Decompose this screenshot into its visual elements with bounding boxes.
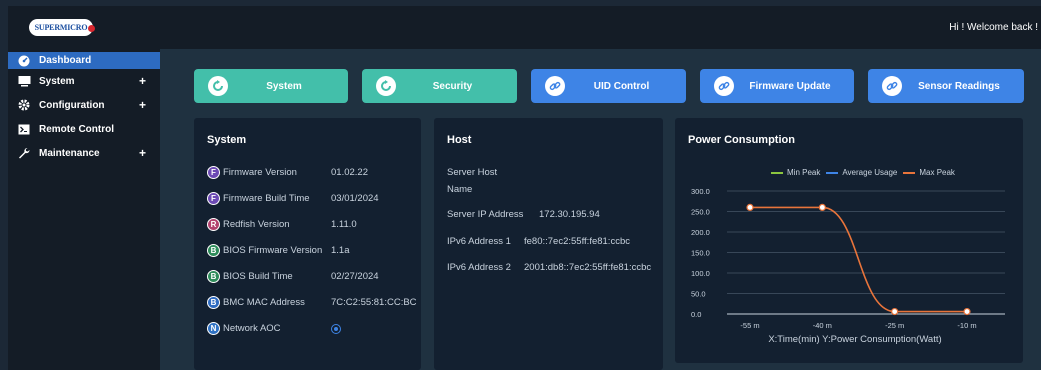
x-tick-label: -25 m — [885, 321, 904, 330]
row-value: 1.1a — [331, 245, 350, 256]
row-value: 01.02.22 — [331, 167, 368, 178]
top-header: SUPERMICRO Hi ! Welcome back ! — [8, 6, 1041, 49]
quick-links: System Security UID Control Firmware Upd… — [194, 69, 1024, 103]
host-row-server-host-name: Name — [447, 184, 472, 195]
quick-link-firmware-update[interactable]: Firmware Update — [700, 69, 854, 103]
link-icon — [545, 76, 565, 96]
refresh-icon — [376, 76, 396, 96]
terminal-icon — [17, 123, 31, 135]
firmware-badge-icon: F — [207, 192, 220, 205]
host-card-title: Host — [447, 134, 472, 146]
system-row-bios-build-time: B BIOS Build Time 02/27/2024 — [207, 270, 379, 283]
row-label: Redfish Version — [223, 219, 290, 230]
sidebar-item-label: Dashboard — [39, 55, 92, 66]
system-row-redfish-version: R Redfish Version 1.11.0 — [207, 218, 357, 231]
supermicro-logo[interactable]: SUPERMICRO — [28, 17, 96, 39]
sidebar-item-label: Remote Control — [39, 123, 114, 135]
x-tick-label: -10 m — [957, 321, 976, 330]
y-tick-label: 200.0 — [691, 228, 710, 237]
firmware-badge-icon: F — [207, 166, 220, 179]
expand-icon[interactable]: + — [139, 98, 146, 112]
system-row-bios-firmware-version: B BIOS Firmware Version 1.1a — [207, 244, 350, 257]
host-row-ipv6-2: IPv6 Address 2 2001:db8::7ec2:55ff:fe81:… — [447, 262, 651, 273]
sidebar-item-remote-control[interactable]: Remote Control — [8, 117, 160, 141]
x-tick-label: -55 m — [740, 321, 759, 330]
bmc-badge-icon: B — [207, 296, 220, 309]
system-row-firmware-version: F Firmware Version 01.02.22 — [207, 166, 368, 179]
link-icon — [714, 76, 734, 96]
host-card: Host Server Host Name Server IP Address … — [434, 118, 663, 370]
row-label: BIOS Firmware Version — [223, 245, 323, 256]
expand-icon[interactable]: + — [139, 74, 146, 88]
gear-icon — [17, 99, 31, 111]
host-row-ipv6-1: IPv6 Address 1 fe80::7ec2:55ff:fe81:ccbc — [447, 236, 630, 247]
sidebar-item-label: System — [39, 75, 75, 87]
bios-badge-icon: B — [207, 244, 220, 257]
data-point — [746, 203, 754, 212]
y-tick-label: 300.0 — [691, 187, 710, 196]
row-label: Name — [447, 184, 473, 195]
network-aoc-status-icon[interactable] — [331, 323, 341, 334]
y-tick-label: 100.0 — [691, 269, 710, 278]
wrench-icon — [17, 147, 31, 159]
network-badge-icon: N — [207, 322, 220, 335]
quick-link-security[interactable]: Security — [362, 69, 517, 103]
expand-icon[interactable]: + — [139, 146, 146, 160]
sidebar-item-label: Configuration — [39, 99, 105, 111]
refresh-icon — [208, 76, 228, 96]
bios-badge-icon: B — [207, 270, 220, 283]
link-icon — [882, 76, 902, 96]
row-value: 2001:db8::7ec2:55ff:fe81:ccbc — [524, 262, 652, 273]
row-value: 03/01/2024 — [331, 193, 379, 204]
row-label: Server Host — [447, 167, 498, 178]
row-value: 02/27/2024 — [331, 271, 379, 282]
sidebar-item-configuration[interactable]: Configuration + — [8, 93, 160, 117]
system-card: System F Firmware Version 01.02.22 F Fir… — [194, 118, 421, 370]
row-value: 172.30.195.94 — [539, 209, 600, 220]
row-label: Server IP Address — [447, 209, 524, 220]
quick-link-uid-control[interactable]: UID Control — [531, 69, 686, 103]
sidebar: Dashboard System + Configuration + Remot… — [8, 49, 160, 370]
sidebar-item-system[interactable]: System + — [8, 69, 160, 93]
dashboard-icon — [17, 55, 31, 67]
row-label: Firmware Version — [223, 167, 297, 178]
quick-link-system[interactable]: System — [194, 69, 348, 103]
row-label: BIOS Build Time — [223, 271, 293, 282]
row-value: 7C:C2:55:81:CC:BC — [331, 297, 417, 308]
x-tick-label: -40 m — [813, 321, 832, 330]
main-content: System Security UID Control Firmware Upd… — [160, 49, 1041, 370]
sidebar-item-label: Maintenance — [39, 147, 100, 159]
power-chart: 0.0 50.0 100.0 150.0 200.0 250.0 300.0 -55 m -40… — [691, 187, 1005, 345]
power-consumption-card: Power Consumption Min Peak Average Usage… — [675, 118, 1023, 363]
logo-text: SUPERMICRO — [28, 19, 96, 36]
data-point — [818, 203, 826, 212]
sidebar-item-maintenance[interactable]: Maintenance + — [8, 141, 160, 165]
sidebar-item-dashboard[interactable]: Dashboard — [8, 52, 160, 69]
system-row-firmware-build-time: F Firmware Build Time 03/01/2024 — [207, 192, 379, 205]
host-row-server-host: Server Host — [447, 167, 497, 178]
y-tick-label: 0.0 — [691, 310, 701, 319]
row-value: fe80::7ec2:55ff:fe81:ccbc — [524, 236, 630, 247]
series-line-max-peak — [750, 206, 967, 313]
row-label: IPv6 Address 2 — [447, 262, 511, 273]
quick-link-sensor-readings[interactable]: Sensor Readings — [868, 69, 1024, 103]
row-label: Firmware Build Time — [223, 193, 310, 204]
row-label: BMC MAC Address — [223, 297, 305, 308]
y-tick-label: 150.0 — [691, 249, 710, 258]
row-label: IPv6 Address 1 — [447, 236, 511, 247]
system-card-title: System — [207, 134, 247, 146]
redfish-badge-icon: R — [207, 218, 220, 231]
y-tick-label: 50.0 — [691, 290, 706, 299]
system-row-network-aoc: N Network AOC — [207, 322, 341, 335]
row-value: 1.11.0 — [331, 219, 357, 230]
data-point — [963, 307, 971, 316]
y-tick-label: 250.0 — [691, 208, 710, 217]
monitor-icon — [17, 75, 31, 87]
data-point — [891, 307, 899, 316]
row-label: Network AOC — [223, 323, 281, 334]
system-row-bmc-mac-address: B BMC MAC Address 7C:C2:55:81:CC:BC — [207, 296, 417, 309]
x-axis-label: X:Time(min) Y:Power Consumption(Watt) — [768, 334, 941, 345]
host-row-ip: Server IP Address 172.30.195.94 — [447, 209, 600, 220]
welcome-message: Hi ! Welcome back ! — [949, 22, 1038, 33]
